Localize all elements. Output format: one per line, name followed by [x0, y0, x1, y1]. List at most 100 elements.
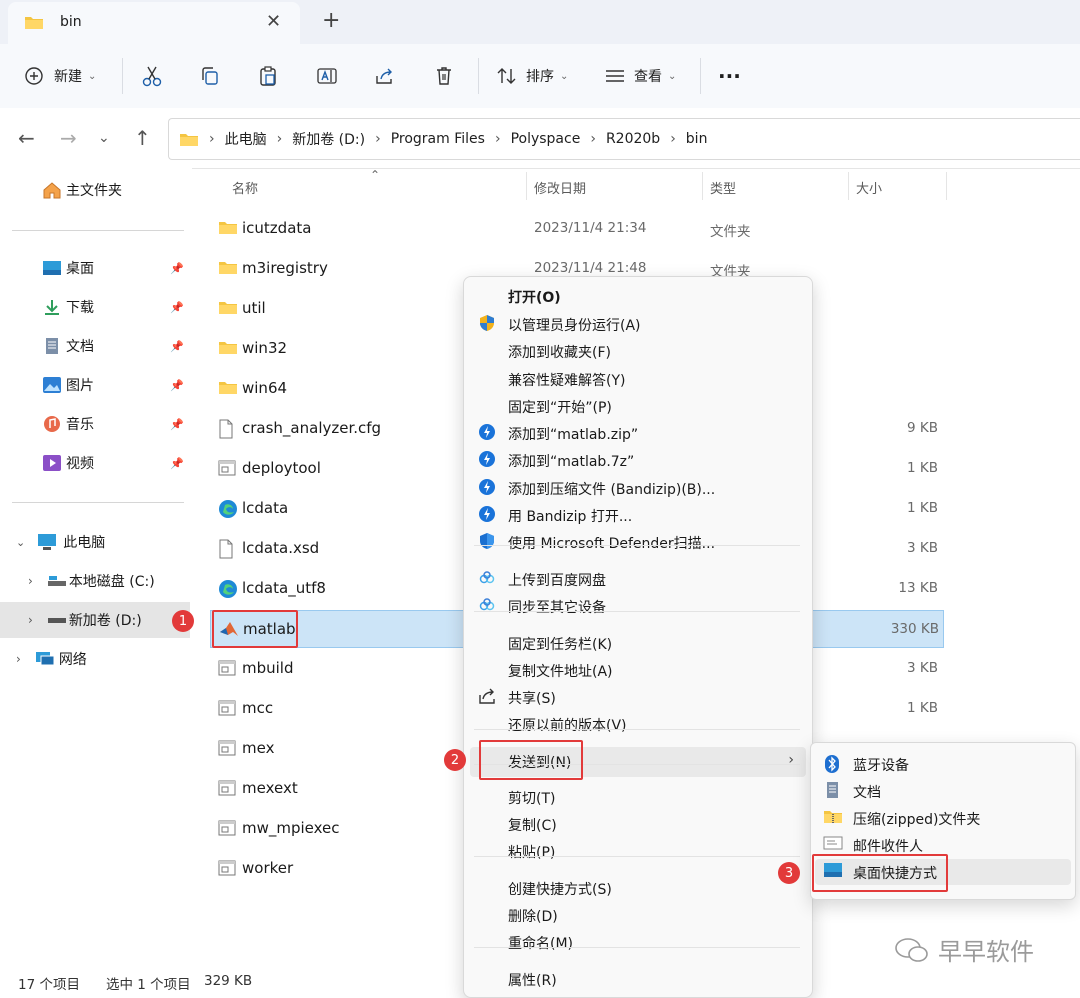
sort-button[interactable]: 排序 ⌄	[496, 62, 568, 90]
forward-icon[interactable]: →	[60, 126, 77, 150]
breadcrumb-polyspace[interactable]: Polyspace	[511, 131, 581, 147]
sidebar-item-music[interactable]: 音乐 📌	[0, 406, 190, 442]
column-header-size[interactable]: 大小	[856, 178, 882, 197]
file-row[interactable]: icutzdata 2023/11/4 21:34 文件夹	[210, 210, 942, 246]
submenu-item-label: 压缩(zipped)文件夹	[853, 812, 981, 828]
submenu-item[interactable]: 蓝牙设备	[815, 751, 1071, 777]
sidebar-item-label: 主文件夹	[66, 183, 122, 199]
pin-icon[interactable]: 📌	[170, 340, 184, 353]
new-button[interactable]: 新建 ⌄	[24, 62, 96, 90]
sidebar-item-network[interactable]: › 网络	[0, 641, 190, 677]
menu-item[interactable]: 固定到“开始”(P)	[470, 392, 806, 418]
expand-chevron-icon[interactable]: ⌄	[16, 536, 25, 549]
sidebar-item-drive-c[interactable]: › 本地磁盘 (C:)	[0, 563, 190, 599]
selected-size: 329 KB	[204, 973, 253, 989]
address-bar[interactable]: › 此电脑 › 新加卷 (D:) › Program Files › Polys…	[168, 118, 1080, 160]
submenu-item[interactable]: 文档	[815, 778, 1071, 804]
delete-button[interactable]	[434, 62, 454, 90]
menu-item[interactable]: 复制文件地址(A)	[470, 656, 806, 682]
annotation-badge-3: 3	[778, 862, 800, 884]
menu-item[interactable]: 打开(O)	[470, 282, 806, 308]
application-icon	[218, 779, 236, 801]
sidebar-item-downloads[interactable]: 下载 📌	[0, 289, 190, 325]
sidebar-item-home[interactable]: 主文件夹	[0, 172, 190, 208]
sidebar-item-this-pc[interactable]: ⌄ 此电脑	[0, 524, 190, 560]
cut-button[interactable]	[142, 62, 162, 90]
recent-chevron-icon[interactable]: ⌄	[98, 130, 110, 146]
sidebar-item-desktop[interactable]: 桌面 📌	[0, 250, 190, 286]
menu-item[interactable]: 同步至其它设备	[470, 592, 806, 618]
menu-item[interactable]: 添加到收藏夹(F)	[470, 337, 806, 363]
menu-item[interactable]: 重命名(M)	[470, 928, 806, 954]
menu-item[interactable]: 添加到“matlab.zip”	[470, 419, 806, 445]
file-date: 2023/11/4 21:34	[534, 220, 647, 236]
breadcrumb-this-pc[interactable]: 此电脑	[225, 129, 267, 149]
breadcrumb-drive-d[interactable]: 新加卷 (D:)	[292, 129, 365, 149]
copy-icon	[202, 67, 218, 85]
copy-button[interactable]	[200, 62, 220, 90]
more-options-button[interactable]: ···	[718, 62, 741, 90]
column-divider[interactable]	[848, 172, 849, 200]
pin-icon[interactable]: 📌	[170, 379, 184, 392]
menu-item[interactable]: 属性(R)	[470, 965, 806, 991]
menu-item[interactable]: 剪切(T)	[470, 783, 806, 809]
navigation-bar: ← → ⌄ ↑ › 此电脑 › 新加卷 (D:) › Program Files…	[0, 108, 1080, 169]
submenu-item-label: 文档	[853, 785, 881, 801]
column-divider[interactable]	[526, 172, 527, 200]
application-icon	[218, 659, 236, 681]
expand-chevron-icon[interactable]: ›	[28, 613, 33, 627]
new-tab-button[interactable]: +	[322, 8, 340, 33]
pin-icon[interactable]: 📌	[170, 262, 184, 275]
sidebar-item-pictures[interactable]: 图片 📌	[0, 367, 190, 403]
context-menu: 打开(O) 以管理员身份运行(A) 添加到收藏夹(F) 兼容性疑难解答(Y) 固定到“开…	[463, 276, 813, 998]
menu-item[interactable]: 删除(D)	[470, 901, 806, 927]
menu-item[interactable]: 还原以前的版本(V)	[470, 710, 806, 736]
up-icon[interactable]: ↑	[134, 126, 151, 150]
menu-separator	[474, 856, 800, 857]
close-tab-icon[interactable]: ✕	[266, 11, 281, 32]
file-name: lcdata	[242, 499, 289, 517]
menu-item[interactable]: 固定到任务栏(K)	[470, 629, 806, 655]
sidebar-item-documents[interactable]: 文档 📌	[0, 328, 190, 364]
column-header-modified[interactable]: 修改日期	[534, 178, 586, 197]
column-header-type[interactable]: 类型	[710, 178, 736, 197]
breadcrumb-bin[interactable]: bin	[686, 131, 708, 147]
menu-item[interactable]: 添加到“matlab.7z”	[470, 446, 806, 472]
menu-item[interactable]: 共享(S)	[470, 683, 806, 709]
menu-item[interactable]: 用 Bandizip 打开...	[470, 501, 806, 527]
paste-button[interactable]	[258, 62, 278, 90]
menu-separator	[474, 545, 800, 546]
view-button[interactable]: 查看 ⌄	[604, 62, 676, 90]
menu-item[interactable]: 使用 Microsoft Defender扫描...	[470, 528, 806, 554]
menu-item-label: 剪切(T)	[508, 791, 556, 807]
column-header-name[interactable]: 名称	[232, 178, 258, 197]
submenu-item[interactable]: 压缩(zipped)文件夹	[815, 805, 1071, 831]
application-icon	[218, 819, 236, 841]
menu-item[interactable]: 粘贴(P)	[470, 837, 806, 863]
pin-icon[interactable]: 📌	[170, 418, 184, 431]
menu-item[interactable]: 添加到压缩文件 (Bandizip)(B)...	[470, 474, 806, 500]
share-button[interactable]	[374, 62, 396, 90]
sidebar-item-videos[interactable]: 视频 📌	[0, 445, 190, 481]
menu-item[interactable]: 兼容性疑难解答(Y)	[470, 365, 806, 391]
sidebar-item-drive-d[interactable]: › 新加卷 (D:)	[0, 602, 190, 638]
folder-icon	[218, 219, 238, 239]
annotation-box-matlab	[212, 610, 298, 648]
menu-item-label: 复制文件地址(A)	[508, 664, 613, 680]
tab-bin[interactable]: bin ✕	[8, 2, 300, 44]
menu-item[interactable]: 复制(C)	[470, 810, 806, 836]
breadcrumb-r2020b[interactable]: R2020b	[606, 131, 660, 147]
expand-chevron-icon[interactable]: ›	[16, 652, 21, 666]
column-divider[interactable]	[702, 172, 703, 200]
column-divider[interactable]	[946, 172, 947, 200]
menu-item[interactable]: 上传到百度网盘	[470, 565, 806, 591]
menu-item[interactable]: 创建快捷方式(S)	[470, 874, 806, 900]
pin-icon[interactable]: 📌	[170, 301, 184, 314]
expand-chevron-icon[interactable]: ›	[28, 574, 33, 588]
menu-item[interactable]: 以管理员身份运行(A)	[470, 310, 806, 336]
breadcrumb-program-files[interactable]: Program Files	[391, 131, 485, 147]
rename-button[interactable]	[316, 62, 338, 90]
back-icon[interactable]: ←	[18, 126, 35, 150]
pin-icon[interactable]: 📌	[170, 457, 184, 470]
defender-icon	[478, 532, 496, 554]
